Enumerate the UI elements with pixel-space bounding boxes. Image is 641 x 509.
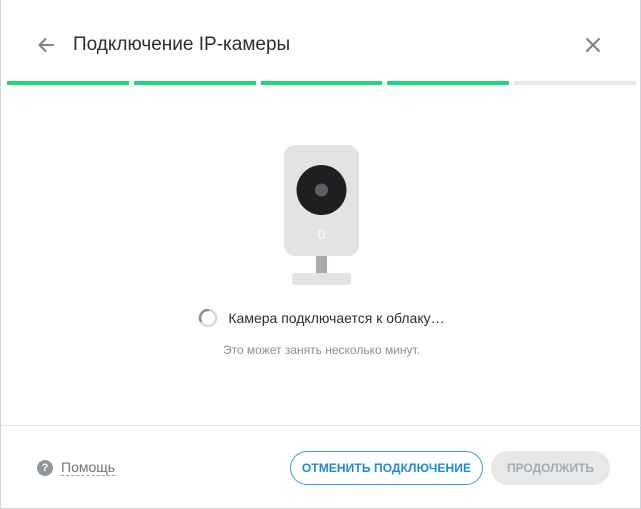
status-text: Камера подключается к облаку… [228, 310, 445, 326]
help-link[interactable]: ? Помощь [37, 459, 116, 476]
connect-camera-dialog: Подключение IP-камеры 0 Камера подключае… [0, 0, 641, 509]
status-hint: Это может занять несколько минут. [222, 343, 421, 357]
ip-camera-icon: 0 [284, 145, 359, 285]
help-label: Помощь [61, 459, 116, 476]
progress-step-done [133, 81, 256, 85]
loading-spinner-icon [199, 308, 218, 328]
progress-step-pending [514, 81, 636, 85]
progress-step-done [387, 81, 510, 85]
arrow-left-icon [38, 38, 54, 52]
connection-status: Камера подключается к облаку… [1, 308, 641, 328]
close-icon [586, 38, 600, 52]
dialog-title: Подключение IP-камеры [73, 34, 291, 55]
footer-divider [1, 425, 641, 426]
back-button[interactable] [33, 32, 59, 58]
progress-step-done [260, 81, 383, 85]
close-button[interactable] [580, 32, 606, 58]
camera-indicator-text: 0 [318, 226, 326, 242]
question-circle-icon: ? [37, 459, 53, 476]
progress-step-done [7, 81, 129, 85]
cancel-connection-button[interactable]: ОТМЕНИТЬ ПОДКЛЮЧЕНИЕ [290, 451, 483, 485]
continue-button[interactable]: ПРОДОЛЖИТЬ [491, 451, 610, 485]
step-progress-bar [7, 81, 636, 85]
